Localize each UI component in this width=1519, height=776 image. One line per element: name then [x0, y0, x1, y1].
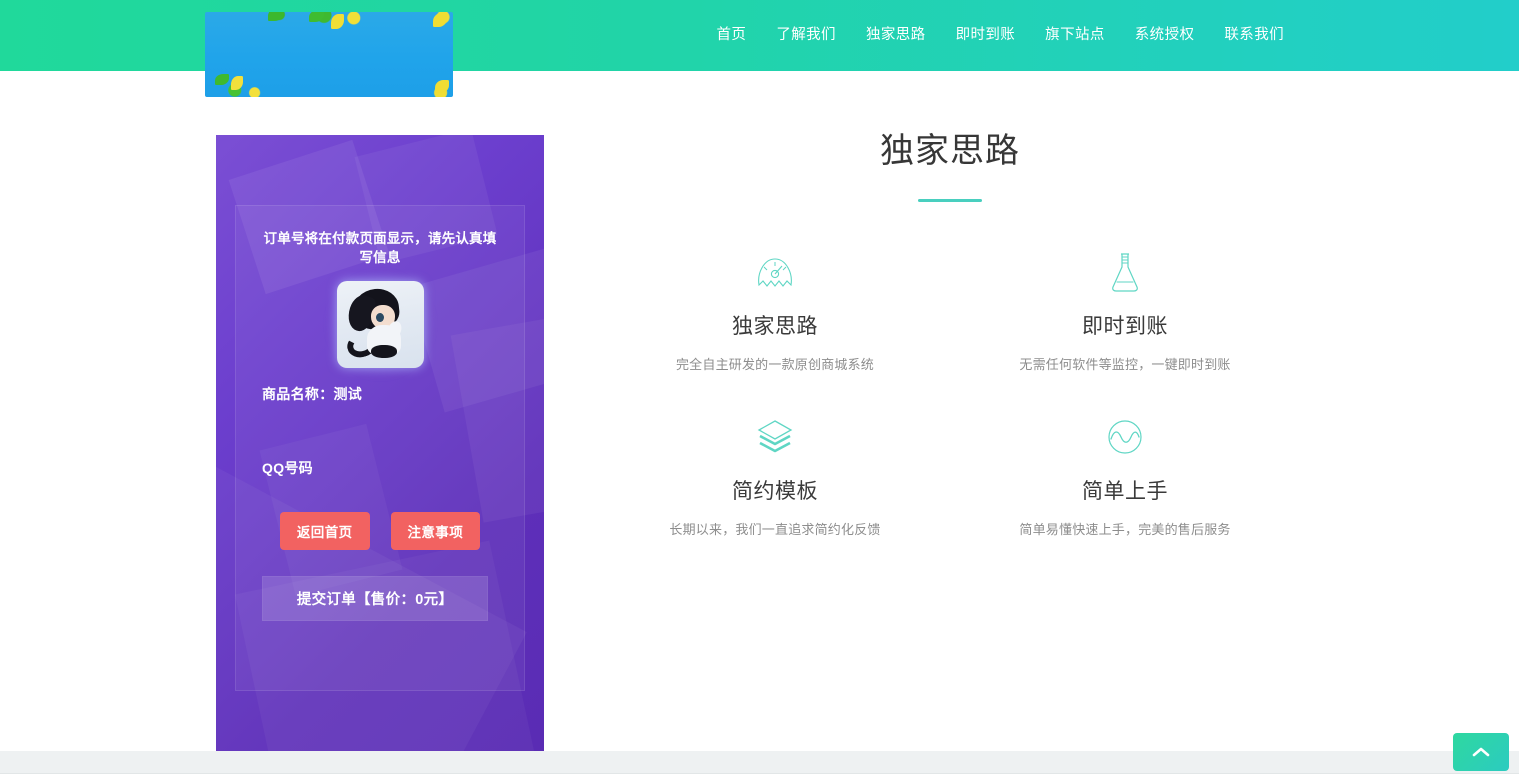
feature-title: 简单上手 [1082, 480, 1168, 503]
leaf-decoration-icon [231, 76, 243, 90]
nav-item-contact[interactable]: 联系我们 [1209, 0, 1299, 71]
nav-item-about[interactable]: 了解我们 [761, 0, 851, 71]
page-body: 订单号将在付款页面显示，请先认真填写信息 商品名称：测试 QQ号码 返回首页 注… [0, 71, 1519, 751]
title-underline [918, 199, 982, 202]
feature-description: 简单易懂快速上手，完美的售后服务 [1019, 522, 1231, 537]
page-title: 独家思路 [880, 132, 1020, 170]
submit-order-button[interactable]: 提交订单【售价：0元】 [262, 576, 488, 621]
leaf-decoration-icon [309, 12, 324, 22]
order-card: 订单号将在付款页面显示，请先认真填写信息 商品名称：测试 QQ号码 返回首页 注… [216, 135, 544, 751]
footer-band [0, 751, 1519, 774]
product-name-label: 商品名称：测试 [262, 386, 363, 402]
flask-icon [950, 246, 1300, 298]
feature-title: 简约模板 [732, 480, 818, 503]
feature-description: 完全自主研发的一款原创商城系统 [675, 357, 874, 372]
features-section: 独家思路 独家思路 完全自主研发的一款原创商城系统 即时到账 无需任何软件等监控… [600, 71, 1300, 708]
gauge-icon [600, 246, 950, 298]
feature-card[interactable]: 简约模板 长期以来，我们一直追求简约化反馈 [600, 411, 950, 538]
nav-item-license[interactable]: 系统授权 [1120, 0, 1210, 71]
qq-number-field[interactable]: QQ号码 [262, 458, 498, 488]
order-form-panel: 订单号将在付款页面显示，请先认真填写信息 商品名称：测试 QQ号码 返回首页 注… [235, 205, 525, 691]
feature-grid: 独家思路 完全自主研发的一款原创商城系统 即时到账 无需任何软件等监控，一键即时… [600, 246, 1300, 538]
avatar-leg [370, 345, 397, 358]
back-to-top-button[interactable] [1453, 733, 1509, 771]
product-name-field[interactable]: 商品名称：测试 [262, 384, 498, 414]
notice-button[interactable]: 注意事项 [390, 512, 481, 550]
feature-card[interactable]: 独家思路 完全自主研发的一款原创商城系统 [600, 246, 950, 373]
back-home-button[interactable]: 返回首页 [279, 512, 370, 550]
leaf-decoration-icon [268, 12, 284, 21]
feature-title: 即时到账 [1082, 315, 1168, 338]
nav-item-home[interactable]: 首页 [702, 0, 762, 71]
leaf-decoration-icon [215, 74, 229, 85]
feature-description: 无需任何软件等监控，一键即时到账 [1019, 357, 1231, 372]
layers-icon [600, 411, 950, 463]
site-logo[interactable] [205, 12, 453, 97]
feature-title: 独家思路 [732, 315, 818, 338]
leaf-decoration-icon [435, 80, 449, 93]
site-header: 首页 了解我们 独家思路 即时到账 旗下站点 系统授权 联系我们 [0, 0, 1519, 97]
leaf-decoration-icon [331, 14, 344, 29]
header-inner: 首页 了解我们 独家思路 即时到账 旗下站点 系统授权 联系我们 [0, 0, 1519, 97]
chevron-up-icon [1472, 746, 1490, 758]
nav-item-sites[interactable]: 旗下站点 [1030, 0, 1120, 71]
feature-description: 长期以来，我们一直追求简约化反馈 [669, 522, 881, 537]
avatar [326, 271, 434, 378]
avatar-image [336, 281, 424, 368]
feature-card[interactable]: 即时到账 无需任何软件等监控，一键即时到账 [950, 246, 1300, 373]
nav-item-exclusive[interactable]: 独家思路 [851, 0, 941, 71]
nav-item-instant[interactable]: 即时到账 [941, 0, 1031, 71]
action-button-row: 返回首页 注意事项 [236, 512, 524, 550]
wave-circle-icon [950, 411, 1300, 463]
main-navigation[interactable]: 首页 了解我们 独家思路 即时到账 旗下站点 系统授权 联系我们 [702, 0, 1519, 71]
leaf-decoration-icon [433, 13, 447, 27]
feature-card[interactable]: 简单上手 简单易懂快速上手，完美的售后服务 [950, 411, 1300, 538]
avatar-eye [375, 313, 384, 322]
order-note-text: 订单号将在付款页面显示，请先认真填写信息 [263, 231, 497, 265]
qq-number-label: QQ号码 [262, 460, 313, 476]
